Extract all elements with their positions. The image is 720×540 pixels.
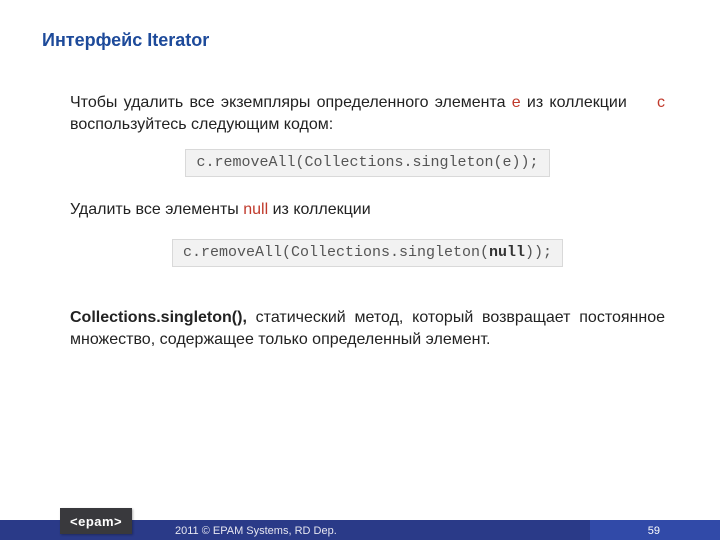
- variable-c: c: [657, 94, 665, 111]
- code-text: c.removeAll(Collections.singleton(: [183, 244, 489, 261]
- text: Удалить все элементы: [70, 201, 243, 218]
- variable-e: e: [512, 94, 521, 111]
- paragraph-singleton-desc: Collections.singleton(), статический мет…: [70, 307, 665, 350]
- code-row-1: c.removeAll(Collections.singleton(e));: [70, 145, 665, 199]
- text: Чтобы удалить все экземпляры определенно…: [70, 94, 512, 111]
- copyright-text: 2011 © EPAM Systems, RD Dep.: [175, 525, 337, 537]
- paragraph-remove-null: Удалить все элементы null из коллекции: [70, 199, 665, 221]
- keyword-null: null: [243, 201, 268, 218]
- epam-logo: <epam>: [60, 508, 132, 534]
- code-keyword-null: null: [489, 244, 525, 261]
- text: из коллекции: [521, 94, 633, 111]
- code-text: ));: [525, 244, 552, 261]
- slide-body: Чтобы удалить все экземпляры определенно…: [70, 92, 665, 350]
- method-name: Collections.singleton(),: [70, 309, 247, 326]
- code-remove-element: c.removeAll(Collections.singleton(e));: [185, 149, 549, 177]
- slide-title: Интерфейс Iterator: [42, 30, 209, 51]
- page-number: 59: [648, 525, 660, 537]
- text: из коллекции: [268, 201, 371, 218]
- code-remove-null: c.removeAll(Collections.singleton(null))…: [172, 239, 563, 267]
- paragraph-remove-element: Чтобы удалить все экземпляры определенно…: [70, 92, 665, 135]
- slide: Интерфейс Iterator Чтобы удалить все экз…: [0, 0, 720, 540]
- code-row-2: c.removeAll(Collections.singleton(null))…: [70, 235, 665, 289]
- footer: <epam> 2011 © EPAM Systems, RD Dep. 59: [0, 504, 720, 540]
- text: воспользуйтесь следующим кодом:: [70, 116, 333, 133]
